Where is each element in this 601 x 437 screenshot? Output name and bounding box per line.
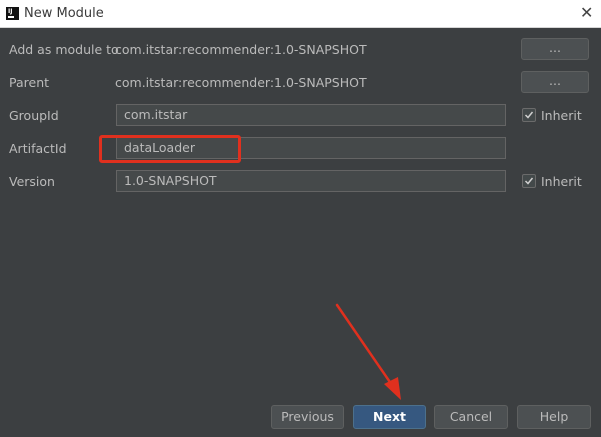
next-button[interactable]: Next <box>353 405 426 429</box>
previous-button[interactable]: Previous <box>271 405 344 429</box>
annotation-arrow-icon <box>335 303 401 400</box>
cancel-button[interactable]: Cancel <box>434 405 508 429</box>
help-button[interactable]: Help <box>517 405 591 429</box>
